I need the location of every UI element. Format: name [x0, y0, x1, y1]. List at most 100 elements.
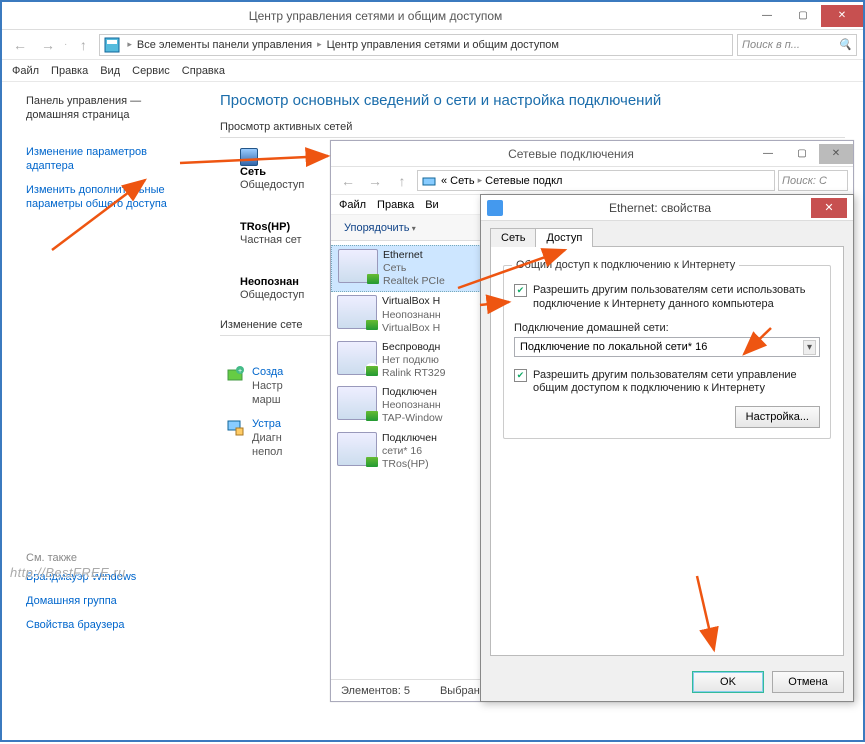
- maximize-button[interactable]: ▢: [785, 5, 821, 27]
- conn-device: TRos(HP): [382, 458, 437, 471]
- browser-link[interactable]: Свойства браузера: [26, 618, 202, 632]
- ethernet-properties-dialog: Ethernet: свойства ✕ Сеть Доступ Общий д…: [480, 194, 854, 702]
- child-search-input[interactable]: Поиск: С: [778, 170, 848, 191]
- adapter-icon: [337, 386, 377, 420]
- breadcrumb-item: Сетевые подкл: [485, 175, 562, 187]
- link-text: Изменение параметров: [26, 146, 147, 158]
- conn-device: VirtualBox H: [382, 322, 441, 335]
- nav-forward-button[interactable]: →: [36, 33, 60, 57]
- allow-ics-label: Разрешить другим пользователям сети испо…: [533, 284, 820, 312]
- ics-groupbox: Общий доступ к подключению к Интернету Р…: [503, 265, 831, 439]
- cp-home-link[interactable]: Панель управления — домашняя страница: [26, 94, 202, 123]
- address-bar[interactable]: ▸ Все элементы панели управления ▸ Центр…: [99, 34, 733, 56]
- item-title: Устра: [252, 418, 282, 430]
- minimize-button[interactable]: —: [749, 5, 785, 27]
- menu-view[interactable]: Вид: [100, 65, 120, 77]
- see-also-header: См. также: [26, 552, 202, 564]
- tab-strip: Сеть Доступ: [490, 228, 844, 247]
- separator: [220, 137, 845, 138]
- cancel-button[interactable]: Отмена: [772, 671, 844, 693]
- settings-button[interactable]: Настройка...: [735, 406, 820, 428]
- child-titlebar: Сетевые подключения — ▢ ✕: [331, 141, 853, 167]
- child-controls: — ▢ ✕: [751, 144, 853, 164]
- conn-name: VirtualBox H: [382, 295, 441, 308]
- active-networks-label: Просмотр активных сетей: [220, 121, 845, 133]
- props-body: Сеть Доступ Общий доступ к подключению к…: [481, 221, 853, 701]
- search-placeholder: Поиск в п...: [742, 39, 800, 51]
- adapter-settings-link[interactable]: Изменение параметров адаптера: [26, 145, 202, 174]
- window-titlebar: Центр управления сетями и общим доступом…: [2, 2, 863, 30]
- allow-ics-checkbox[interactable]: [514, 284, 527, 297]
- nav-back-button[interactable]: ←: [8, 33, 32, 57]
- ok-button[interactable]: OK: [692, 671, 764, 693]
- close-button[interactable]: ✕: [821, 5, 863, 27]
- window-controls: — ▢ ✕: [749, 5, 863, 27]
- sharing-settings-link[interactable]: Изменить дополнительные параметры общего…: [26, 183, 202, 212]
- nav-row: ← → · ↑ ▸ Все элементы панели управления…: [2, 30, 863, 60]
- home-connection-combo[interactable]: Подключение по локальной сети* 16: [514, 337, 820, 357]
- item-desc: непол: [252, 446, 282, 458]
- home-conn-label: Подключение домашней сети:: [514, 322, 820, 334]
- conn-name: Беспроводн: [382, 341, 445, 354]
- organize-button[interactable]: Упорядочить: [337, 220, 423, 236]
- child-menu-file[interactable]: Файл: [339, 199, 366, 211]
- child-forForward-button[interactable]: →: [363, 169, 387, 193]
- conn-name: Подключен: [382, 386, 442, 399]
- link-text: параметры общего доступа: [26, 198, 167, 210]
- child-menu-view[interactable]: Ви: [425, 199, 438, 211]
- homegroup-link[interactable]: Домашняя группа: [26, 594, 202, 608]
- search-input[interactable]: Поиск в п... 🔍: [737, 34, 857, 56]
- troubleshoot-icon: [226, 418, 244, 436]
- search-placeholder: Поиск: С: [782, 175, 827, 187]
- allow-control-label: Разрешить другим пользователям сети упра…: [533, 369, 820, 397]
- adapter-icon: [338, 249, 378, 283]
- menu-edit[interactable]: Правка: [51, 65, 88, 77]
- menu-file[interactable]: Файл: [12, 65, 39, 77]
- menu-tools[interactable]: Сервис: [132, 65, 170, 77]
- conn-device: Ralink RT329: [382, 367, 445, 380]
- allow-control-checkbox[interactable]: [514, 369, 527, 382]
- conn-name: Подключен: [382, 432, 437, 445]
- link-text: адаптера: [26, 160, 74, 172]
- menu-help[interactable]: Справка: [182, 65, 225, 77]
- child-maximize-button[interactable]: ▢: [785, 144, 819, 164]
- tab-panel-sharing: Общий доступ к подключению к Интернету Р…: [490, 246, 844, 656]
- combo-value: Подключение по локальной сети* 16: [520, 341, 707, 353]
- adapter-icon: [337, 295, 377, 329]
- conn-name: Ethernet: [383, 249, 445, 262]
- item-title: Созда: [252, 366, 283, 378]
- conn-device: TAP-Window: [382, 412, 442, 425]
- groupbox-label: Общий доступ к подключению к Интернету: [512, 259, 739, 271]
- breadcrumb-item[interactable]: Все элементы панели управления: [135, 39, 314, 51]
- breadcrumb-item[interactable]: Центр управления сетями и общим доступом: [325, 39, 561, 51]
- tab-network[interactable]: Сеть: [490, 228, 536, 247]
- allow-ics-row: Разрешить другим пользователям сети испо…: [514, 284, 820, 312]
- watermark: http://BestFREE.ru: [10, 565, 126, 580]
- item-desc: Диагн: [252, 432, 282, 444]
- conn-status: Сеть: [383, 262, 445, 275]
- adapter-icon: [487, 200, 503, 216]
- child-address-bar[interactable]: « Сеть ▸ Сетевые подкл: [417, 170, 775, 191]
- allow-control-row: Разрешить другим пользователям сети упра…: [514, 369, 820, 397]
- nav-sep: ·: [64, 39, 67, 50]
- props-title: Ethernet: свойства: [509, 201, 811, 215]
- adapter-icon-disconnected: [337, 341, 377, 375]
- chevron-icon: ▸: [124, 39, 135, 50]
- item-desc: марш: [252, 394, 283, 406]
- child-menu-edit[interactable]: Правка: [377, 199, 414, 211]
- props-close-button[interactable]: ✕: [811, 198, 847, 218]
- conn-status: сети* 16: [382, 445, 437, 458]
- tab-sharing[interactable]: Доступ: [535, 228, 593, 247]
- svg-text:+: +: [238, 368, 242, 375]
- child-up-button[interactable]: ↑: [390, 169, 414, 193]
- child-back-button[interactable]: ←: [336, 169, 360, 193]
- link-text: Изменить дополнительные: [26, 184, 165, 196]
- child-close-button[interactable]: ✕: [819, 144, 853, 164]
- network-icon: [421, 173, 437, 189]
- conn-status: Неопознанн: [382, 399, 442, 412]
- child-minimize-button[interactable]: —: [751, 144, 785, 164]
- nav-up-button[interactable]: ↑: [71, 33, 95, 57]
- cp-home-text: домашняя страница: [26, 109, 130, 121]
- left-pane: Панель управления — домашняя страница Из…: [2, 82, 212, 738]
- conn-device: Realtek PCIe: [383, 275, 445, 288]
